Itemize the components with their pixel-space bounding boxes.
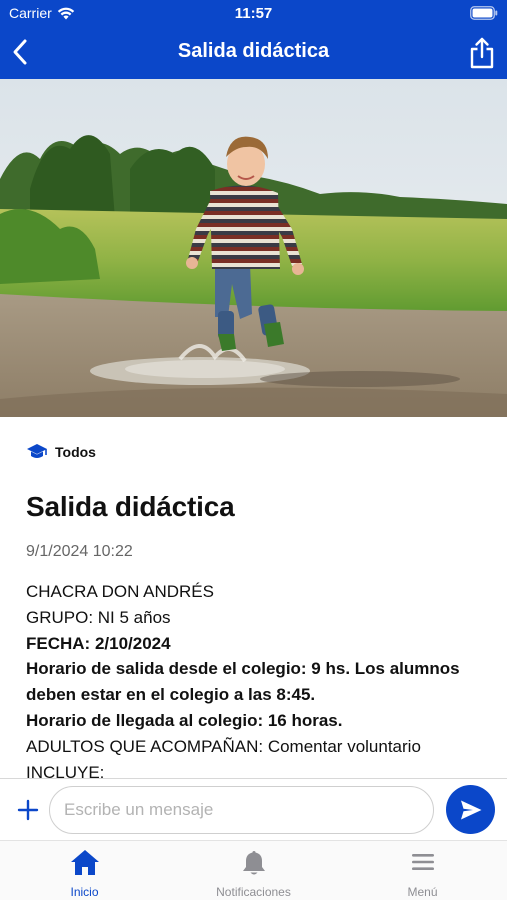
body-line: ADULTOS QUE ACOMPAÑAN: Comentar voluntar…	[26, 736, 421, 756]
audience-tag: Todos	[26, 443, 96, 461]
status-bar: Carrier 11:57	[0, 0, 507, 28]
message-input[interactable]: Escribe un mensaje	[49, 786, 434, 834]
tab-inicio[interactable]: Inicio	[0, 847, 169, 899]
post-title: Salida didáctica	[26, 491, 235, 522]
share-icon[interactable]	[469, 36, 495, 70]
boy-jumping-puddle-image	[0, 79, 507, 417]
post-body: CHACRA DON ANDRÉS GRUPO: NI 5 años FECHA…	[26, 579, 476, 778]
post-photo	[0, 79, 507, 417]
body-line: FECHA: 2/10/2024	[26, 633, 171, 653]
plus-icon[interactable]	[17, 799, 39, 821]
post-date: 9/1/2024 10:22	[26, 543, 133, 560]
post-content: Todos Salida didáctica 9/1/2024 10:22 CH…	[0, 417, 507, 778]
battery-icon	[470, 6, 498, 20]
audience-label: Todos	[55, 444, 96, 460]
home-icon	[70, 850, 99, 875]
tab-label: Notificaciones	[216, 885, 291, 899]
app-header: Carrier 11:57 Salida didáctica	[0, 0, 507, 79]
body-line: CHACRA DON ANDRÉS	[26, 582, 214, 601]
page-title: Salida didáctica	[177, 40, 330, 62]
body-line: INCLUYE:	[26, 762, 105, 778]
body-line: Horario de salida desde el colegio: 9 hs…	[26, 659, 460, 705]
tab-notificaciones[interactable]: Notificaciones	[169, 847, 338, 899]
tab-label: Inicio	[70, 885, 99, 899]
back-chevron-icon[interactable]	[8, 37, 34, 67]
send-icon	[460, 800, 481, 819]
status-time: 11:57	[234, 5, 273, 22]
hamburger-menu-icon	[411, 854, 434, 870]
bell-icon	[242, 850, 265, 874]
message-composer: Escribe un mensaje	[0, 778, 507, 840]
nav-bar: Salida didáctica	[0, 28, 507, 79]
tab-menu[interactable]: Menú	[338, 847, 507, 899]
message-placeholder: Escribe un mensaje	[64, 800, 214, 819]
graduation-cap-icon	[27, 444, 47, 458]
send-button[interactable]	[446, 785, 495, 834]
tab-label: Menú	[407, 885, 438, 899]
body-line: Horario de llegada al colegio: 16 horas.	[26, 710, 343, 730]
body-line: GRUPO: NI 5 años	[26, 607, 171, 627]
tab-bar: Inicio Notificaciones Menú	[0, 840, 507, 900]
